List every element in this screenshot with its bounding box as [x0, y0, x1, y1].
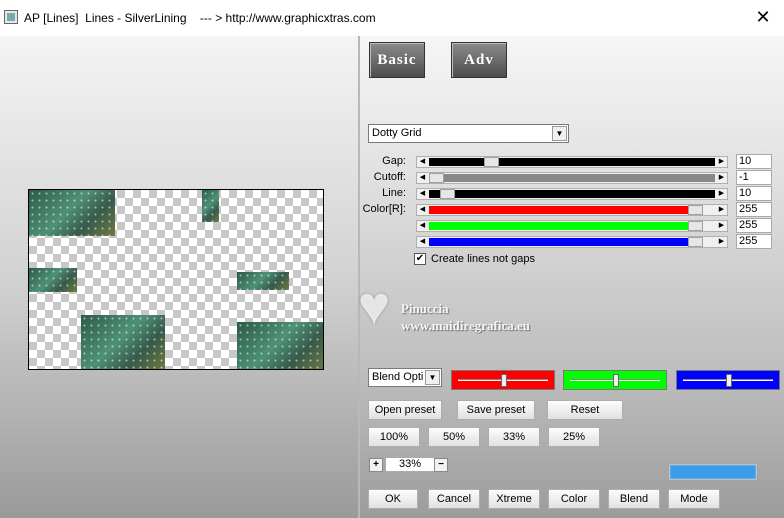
preview-block — [81, 315, 165, 369]
parameter-slider[interactable]: ◀ ▶ — [416, 236, 728, 248]
zoom-33-button[interactable]: 33% — [488, 427, 540, 447]
chevron-right-icon[interactable]: ▶ — [716, 189, 727, 199]
parameter-slider[interactable]: ◀ ▶ — [416, 172, 728, 184]
create-lines-label: Create lines not gaps — [431, 253, 535, 265]
zoom-25-button[interactable]: 25% — [548, 427, 600, 447]
parameter-slider[interactable]: ◀ ▶ — [416, 156, 728, 168]
slider-track — [429, 222, 715, 230]
slider-thumb[interactable] — [483, 157, 499, 167]
zoom-out-button[interactable]: − — [434, 458, 448, 472]
slider-thumb[interactable] — [726, 374, 732, 387]
blend-select-value: Blend Opti — [372, 371, 424, 383]
controls-pane: Basic Adv Dotty Grid ▼ Gap: ◀ ▶ 10 Cutoff: ◀ ▶… — [360, 36, 784, 518]
slider-thumb[interactable] — [688, 205, 704, 215]
slider-fill — [429, 222, 701, 230]
slider-value-field[interactable]: 10 — [736, 154, 772, 169]
chevron-left-icon[interactable]: ◀ — [417, 237, 428, 247]
chevron-right-icon[interactable]: ▶ — [716, 157, 727, 167]
slider-value-field[interactable]: 255 — [736, 218, 772, 233]
preview-pane — [0, 36, 358, 518]
close-button[interactable]: ✕ — [750, 6, 776, 28]
slider-thumb[interactable] — [688, 237, 704, 247]
slider-fill — [429, 158, 715, 166]
chevron-right-icon[interactable]: ▶ — [716, 173, 727, 183]
slider-label: Gap: — [382, 155, 406, 167]
chevron-down-icon: ▼ — [425, 370, 440, 385]
zoom-50-button[interactable]: 50% — [428, 427, 480, 447]
zoom-in-button[interactable]: + — [369, 458, 383, 472]
preview-block — [29, 268, 77, 292]
slider-thumb[interactable] — [613, 374, 619, 387]
slider-thumb[interactable] — [688, 221, 704, 231]
ok-button[interactable]: OK — [368, 489, 418, 509]
slider-value-field[interactable]: 255 — [736, 234, 772, 249]
chevron-left-icon[interactable]: ◀ — [417, 221, 428, 231]
chevron-right-icon[interactable]: ▶ — [716, 205, 727, 215]
open-preset-button[interactable]: Open preset — [368, 400, 442, 420]
preview-block — [29, 190, 115, 236]
parameter-slider[interactable]: ◀ ▶ — [416, 204, 728, 216]
preview-block — [202, 190, 219, 222]
slider-thumb[interactable] — [501, 374, 507, 387]
slider-fill — [429, 206, 701, 214]
blend-button[interactable]: Blend — [608, 489, 660, 509]
chevron-left-icon[interactable]: ◀ — [417, 205, 428, 215]
basic-tab[interactable]: Basic — [369, 42, 425, 78]
color-blend-slider[interactable] — [563, 370, 667, 390]
zoom-level: 33% — [385, 457, 435, 472]
slider-label: Cutoff: — [373, 171, 406, 183]
chevron-left-icon[interactable]: ◀ — [417, 189, 428, 199]
chevron-right-icon[interactable]: ▶ — [716, 221, 727, 231]
slider-value-field[interactable]: -1 — [736, 170, 772, 185]
title-bar: AP [Lines] Lines - SilverLining --- > ht… — [0, 0, 784, 36]
slider-thumb[interactable] — [439, 189, 455, 199]
mode-button[interactable]: Mode — [668, 489, 720, 509]
adv-tab[interactable]: Adv — [451, 42, 507, 78]
chevron-down-icon: ▼ — [552, 126, 567, 141]
slider-fill — [429, 238, 701, 246]
create-lines-checkbox[interactable]: ✔ — [414, 253, 426, 265]
slider-track — [429, 190, 715, 198]
chevron-left-icon[interactable]: ◀ — [417, 173, 428, 183]
slider-track — [429, 238, 715, 246]
slider-value-field[interactable]: 255 — [736, 202, 772, 217]
window-title: AP [Lines] Lines - SilverLining --- > ht… — [24, 11, 376, 25]
slider-fill — [429, 174, 715, 182]
cancel-button[interactable]: Cancel — [428, 489, 480, 509]
color-button[interactable]: Color — [548, 489, 600, 509]
blend-select[interactable]: Blend Opti ▼ — [368, 368, 442, 387]
preset-select-value: Dotty Grid — [372, 127, 422, 139]
reset-button[interactable]: Reset — [547, 400, 623, 420]
xtreme-button[interactable]: Xtreme — [488, 489, 540, 509]
color-blend-slider[interactable] — [451, 370, 555, 390]
preset-select[interactable]: Dotty Grid ▼ — [368, 124, 569, 143]
preview-canvas[interactable] — [28, 189, 324, 370]
save-preset-button[interactable]: Save preset — [457, 400, 535, 420]
slider-fill — [429, 190, 715, 198]
chevron-left-icon[interactable]: ◀ — [417, 157, 428, 167]
parameter-slider[interactable]: ◀ ▶ — [416, 188, 728, 200]
color-swatch[interactable] — [669, 464, 757, 480]
preview-block — [237, 322, 323, 369]
preview-block — [237, 272, 289, 290]
slider-label: Line: — [382, 187, 406, 199]
slider-value-field[interactable]: 10 — [736, 186, 772, 201]
check-icon: ✔ — [415, 253, 425, 264]
chevron-right-icon[interactable]: ▶ — [716, 237, 727, 247]
zoom-100-button[interactable]: 100% — [368, 427, 420, 447]
slider-track — [429, 206, 715, 214]
color-blend-slider[interactable] — [676, 370, 780, 390]
app-icon — [4, 10, 18, 24]
slider-track — [429, 158, 715, 166]
slider-label: Color[R]: — [362, 203, 406, 215]
parameter-slider[interactable]: ◀ ▶ — [416, 220, 728, 232]
slider-thumb[interactable] — [429, 173, 444, 183]
slider-track — [429, 174, 715, 182]
